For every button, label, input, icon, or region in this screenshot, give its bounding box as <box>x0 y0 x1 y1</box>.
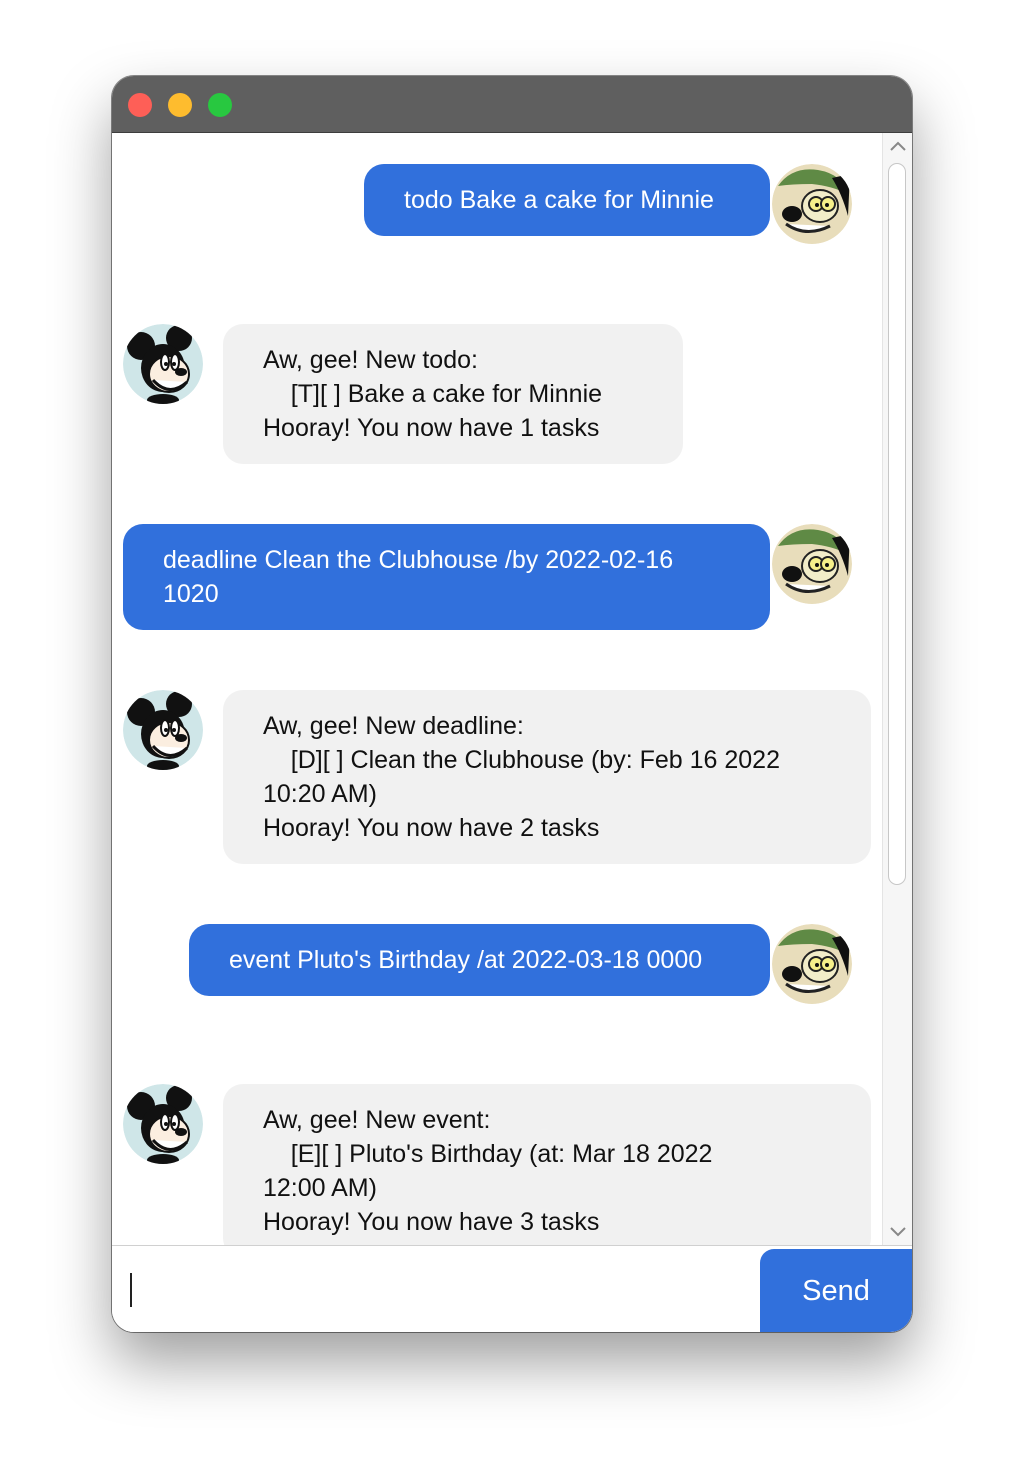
close-window-button[interactable] <box>128 93 152 117</box>
scrollbar-thumb[interactable] <box>888 163 906 885</box>
user-message-bubble: deadline Clean the Clubhouse /by 2022-02… <box>123 524 770 630</box>
chat-scroll-area[interactable]: todo Bake a cake for Minnie Aw, gee! New… <box>112 133 882 1245</box>
mickey-avatar-icon <box>123 1084 203 1164</box>
scroll-down-arrow-icon[interactable] <box>889 1225 907 1239</box>
bot-message-bubble: Aw, gee! New todo: [T][ ] Bake a cake fo… <box>223 324 683 464</box>
title-bar <box>112 76 912 133</box>
send-button[interactable]: Send <box>760 1249 912 1332</box>
text-caret <box>130 1273 132 1307</box>
bot-message-bubble: Aw, gee! New deadline: [D][ ] Clean the … <box>223 690 871 864</box>
goofy-avatar-icon <box>772 524 852 604</box>
scroll-up-arrow-icon[interactable] <box>889 139 907 153</box>
input-bar: Send <box>112 1245 912 1332</box>
vertical-scrollbar[interactable] <box>882 133 912 1245</box>
mickey-avatar-icon <box>123 690 203 770</box>
bot-message-bubble: Aw, gee! New event: [E][ ] Pluto's Birth… <box>223 1084 871 1245</box>
goofy-avatar-icon <box>772 164 852 244</box>
app-window: todo Bake a cake for Minnie Aw, gee! New… <box>112 76 912 1332</box>
user-message-bubble: todo Bake a cake for Minnie <box>364 164 770 236</box>
user-message-bubble: event Pluto's Birthday /at 2022-03-18 00… <box>189 924 770 996</box>
mickey-avatar-icon <box>123 324 203 404</box>
maximize-window-button[interactable] <box>208 93 232 117</box>
message-input[interactable] <box>112 1246 760 1332</box>
minimize-window-button[interactable] <box>168 93 192 117</box>
goofy-avatar-icon <box>772 924 852 1004</box>
